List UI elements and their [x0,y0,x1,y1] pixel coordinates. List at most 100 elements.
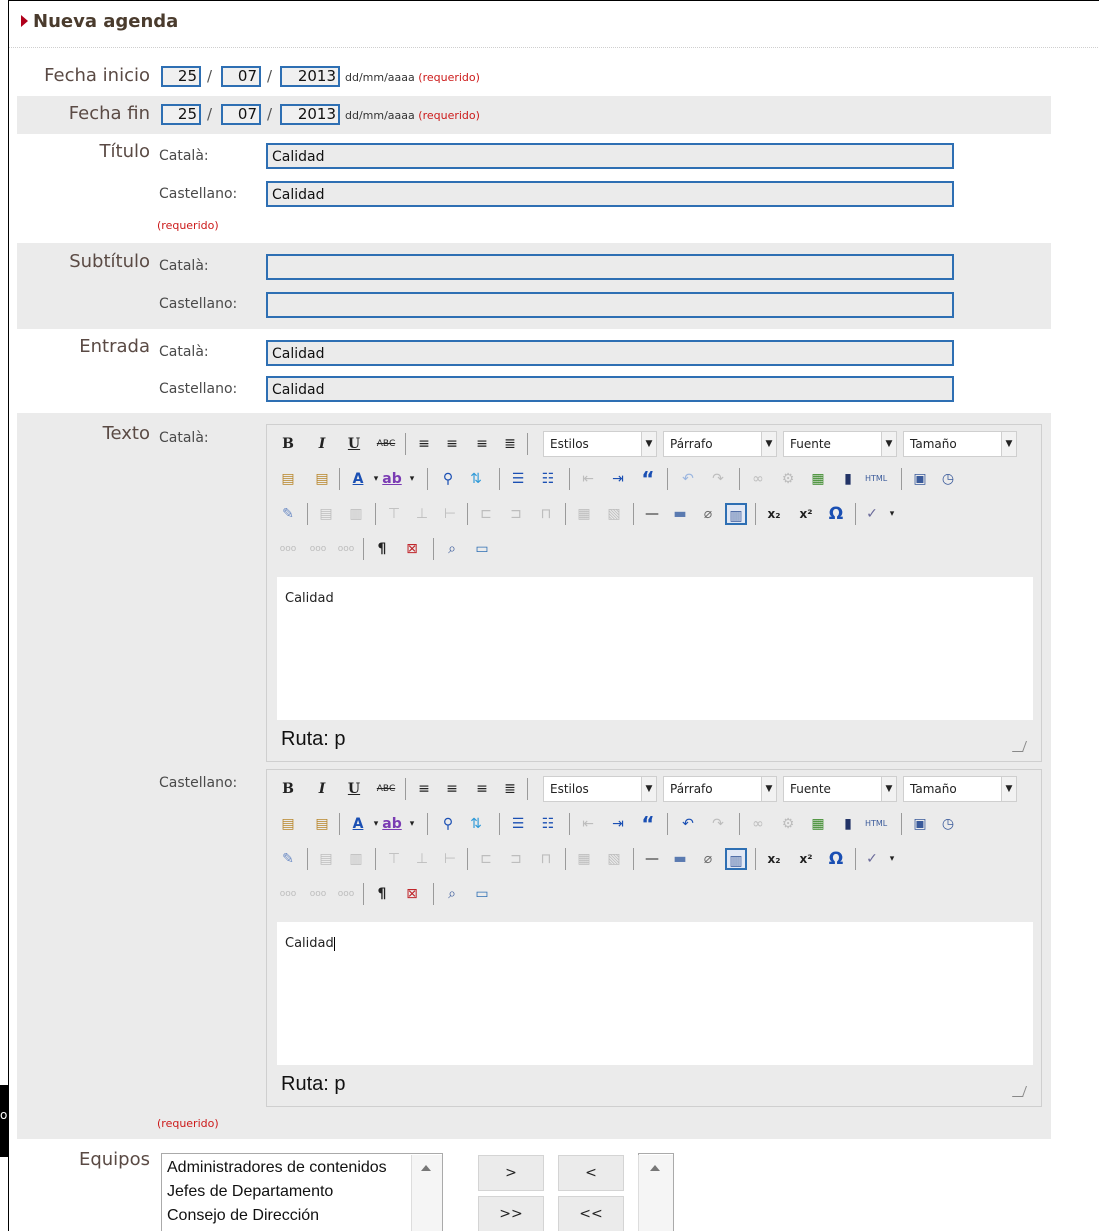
paste-icon[interactable]: ▤ [277,813,299,835]
insert-row-after-icon[interactable]: ⊥ [411,503,433,525]
delete-row-icon[interactable]: ⊢ [439,848,461,870]
size-select[interactable]: Tamaño ▼ [903,431,1017,457]
remove-all-teams-button[interactable]: << [558,1196,624,1231]
insert-col-before-icon[interactable]: ⊏ [475,848,497,870]
cleanup-icon[interactable]: ⌀ [697,503,719,525]
font-select[interactable]: Fuente ▼ [783,431,897,457]
link-icon[interactable]: ∞ [747,468,769,490]
image-icon[interactable]: ▦ [807,813,829,835]
insert-date-icon[interactable]: ▣ [909,813,931,835]
add-all-teams-button[interactable]: >> [478,1196,544,1231]
chevron-down-icon[interactable]: ▾ [401,468,423,490]
indent-icon[interactable]: ⇥ [607,468,629,490]
editor-content-area-castellano[interactable]: Calidad [277,922,1033,1065]
styles-select[interactable]: Estilos ▼ [543,431,657,457]
visual-aid-icon[interactable]: ▥ [725,848,747,870]
clear-content-icon[interactable]: ⊠ [401,538,423,560]
insert-col-before-icon[interactable]: ⊏ [475,503,497,525]
underline-button[interactable]: U [343,433,365,455]
editor-content-area-catala[interactable]: Calidad [277,577,1033,720]
delete-row-icon[interactable]: ⊢ [439,503,461,525]
align-right-icon[interactable]: ≡ [471,433,493,455]
add-team-button[interactable]: > [478,1155,544,1191]
scroll-up-icon[interactable] [421,1165,431,1171]
outdent-icon[interactable]: ⇤ [577,813,599,835]
resize-handle-icon[interactable] [1011,741,1028,752]
split-cells-icon[interactable]: ▦ [573,848,595,870]
insert-col-after-icon[interactable]: ⊐ [505,848,527,870]
insert-row-before-icon[interactable]: ⊤ [383,503,405,525]
bold-button[interactable]: B [277,778,299,800]
resize-handle-icon[interactable] [1011,1086,1028,1097]
entrada-catala-input[interactable]: Calidad [266,340,954,366]
subscript-button[interactable]: x₂ [763,503,785,525]
fecha-fin-month-input[interactable]: 07 [221,104,261,125]
acronym-icon[interactable]: ooo [335,883,357,905]
align-right-icon[interactable]: ≡ [471,778,493,800]
merge-cells-icon[interactable]: ▧ [603,503,625,525]
fecha-inicio-month-input[interactable]: 07 [221,66,261,87]
align-left-icon[interactable]: ≡ [413,433,435,455]
split-cells-icon[interactable]: ▦ [573,503,595,525]
insert-col-after-icon[interactable]: ⊐ [505,503,527,525]
paste-word-icon[interactable]: ▤ [311,468,333,490]
fullscreen-icon[interactable]: ▭ [471,883,493,905]
strikethrough-button[interactable]: ABC [375,433,397,455]
special-char-button[interactable]: Ω [825,848,847,870]
numbered-list-icon[interactable]: ☷ [537,468,559,490]
numbered-list-icon[interactable]: ☷ [537,813,559,835]
html-icon[interactable]: HTML [865,468,887,490]
listbox-scrollbar[interactable] [411,1155,442,1231]
visual-aid-icon[interactable]: ▥ [725,503,747,525]
replace-icon[interactable]: ⇅ [465,813,487,835]
redo-icon[interactable]: ↷ [707,468,729,490]
unlink-icon[interactable]: ⚙ [777,468,799,490]
align-center-icon[interactable]: ≡ [441,433,463,455]
media-icon[interactable]: ▮ [837,813,859,835]
strikethrough-button[interactable]: ABC [375,778,397,800]
remove-format-icon[interactable]: ▬ [669,503,691,525]
clear-content-icon[interactable]: ⊠ [401,883,423,905]
show-blocks-button[interactable]: ¶ [371,538,393,560]
indent-icon[interactable]: ⇥ [607,813,629,835]
highlight-color-icon[interactable]: ab [381,468,403,490]
merge-cells-icon[interactable]: ▧ [603,848,625,870]
chevron-down-icon[interactable]: ▾ [401,813,423,835]
table-cell-props-icon[interactable]: ▥ [345,503,367,525]
table-cell-props-icon[interactable]: ▥ [345,848,367,870]
abbr-icon[interactable]: ooo [307,883,329,905]
align-justify-icon[interactable]: ≣ [499,433,521,455]
italic-button[interactable]: I [311,433,333,455]
insert-time-icon[interactable]: ◷ [937,468,959,490]
preview-icon[interactable]: ⌕ [441,538,463,560]
delete-col-icon[interactable]: ⊓ [535,848,557,870]
align-left-icon[interactable]: ≡ [413,778,435,800]
remove-team-button[interactable]: < [558,1155,624,1191]
html-icon[interactable]: HTML [865,813,887,835]
align-center-icon[interactable]: ≡ [441,778,463,800]
subtitulo-castellano-input[interactable] [266,292,954,318]
link-icon[interactable]: ∞ [747,813,769,835]
image-icon[interactable]: ▦ [807,468,829,490]
unlink-icon[interactable]: ⚙ [777,813,799,835]
blockquote-icon[interactable]: “ [637,468,659,490]
equipos-selected-listbox[interactable] [638,1153,674,1231]
find-icon[interactable]: ⚲ [437,813,459,835]
fullscreen-icon[interactable]: ▭ [471,538,493,560]
remove-format-icon[interactable]: ▬ [669,848,691,870]
listbox-scrollbar[interactable] [638,1155,673,1231]
insert-row-before-icon[interactable]: ⊤ [383,848,405,870]
show-blocks-button[interactable]: ¶ [371,883,393,905]
horizontal-rule-icon[interactable]: — [641,848,663,870]
styles-select[interactable]: Estilos ▼ [543,776,657,802]
bullet-list-icon[interactable]: ☰ [507,468,529,490]
subtitulo-catala-input[interactable] [266,254,954,280]
delete-col-icon[interactable]: ⊓ [535,503,557,525]
fecha-inicio-year-input[interactable]: 2013 [280,66,340,87]
abbr-icon[interactable]: ooo [307,538,329,560]
undo-icon[interactable]: ↶ [677,468,699,490]
paragraph-select[interactable]: Párrafo ▼ [663,776,777,802]
highlight-color-icon[interactable]: ab [381,813,403,835]
table-row-props-icon[interactable]: ▤ [315,503,337,525]
equipos-available-listbox[interactable]: Administradores de contenidos Jefes de D… [161,1153,443,1231]
